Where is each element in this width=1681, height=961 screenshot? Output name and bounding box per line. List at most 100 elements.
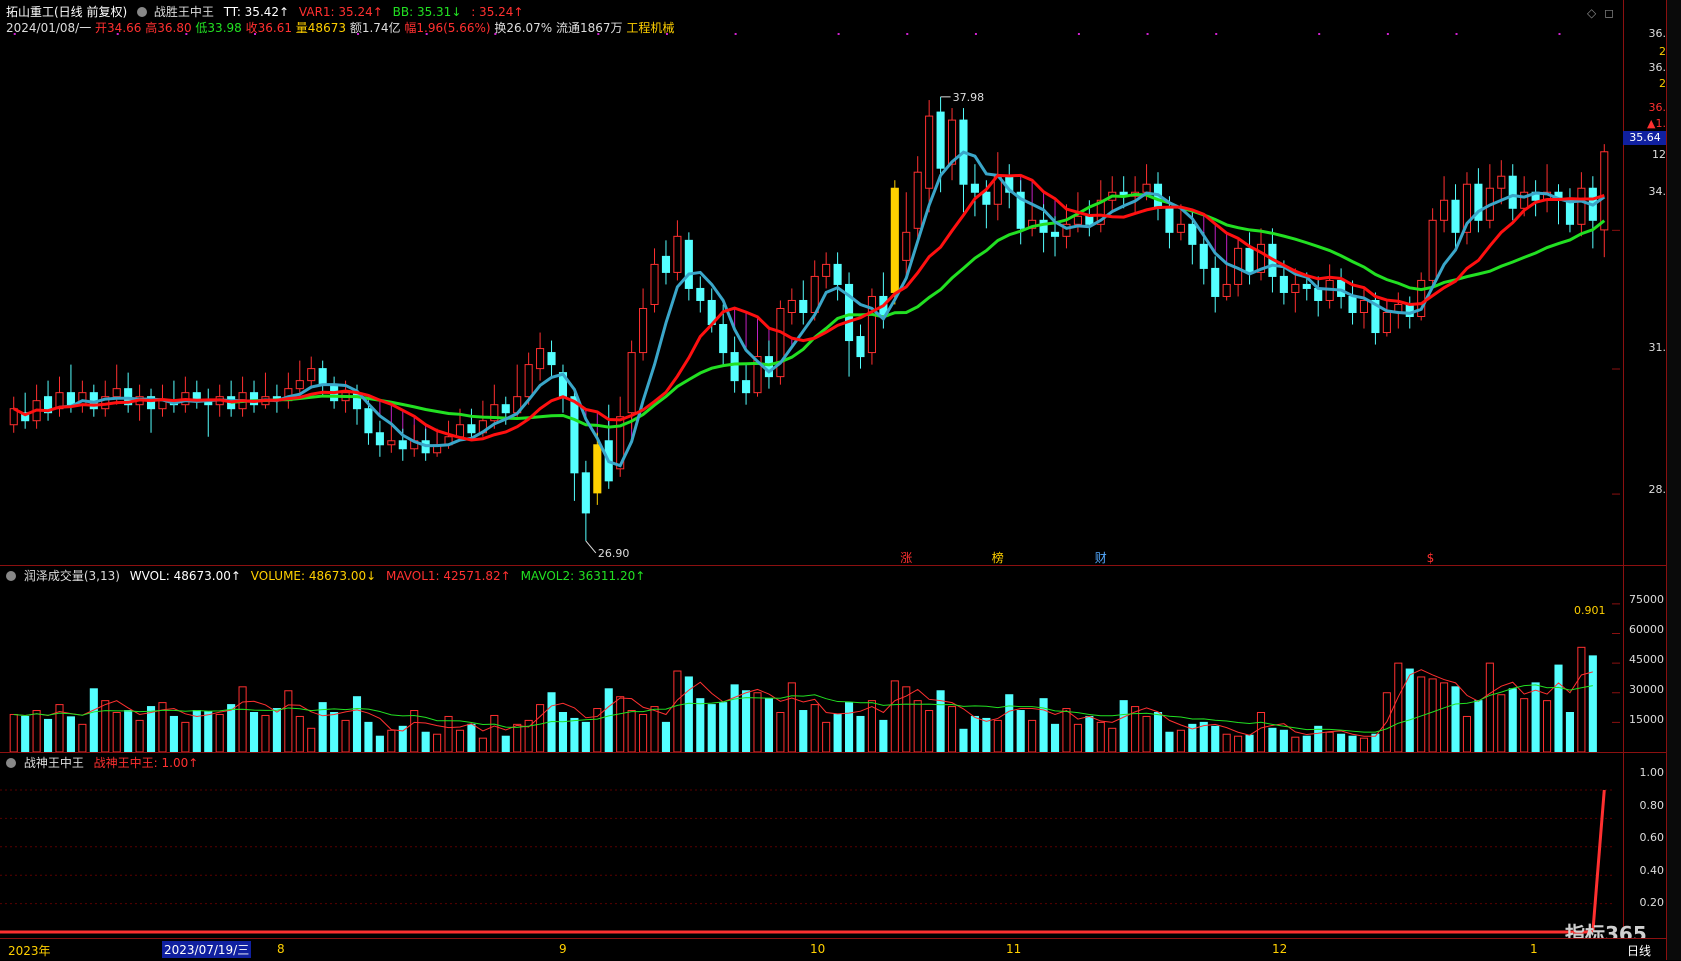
stock-title[interactable]: 拓山重工(日线 前复权): [6, 5, 127, 19]
volume-bar: [467, 723, 476, 752]
volume-bar: [1417, 676, 1426, 752]
volume-chart[interactable]: [0, 580, 1623, 752]
time-label-year: 2023年: [8, 944, 51, 958]
tt-value: TT: 35.42↑: [223, 5, 290, 19]
volume-bar: [1405, 668, 1414, 752]
divider-main-volume: [0, 565, 1681, 566]
sig-tick-1: 1.00: [1639, 766, 1665, 779]
volume-bar: [204, 711, 213, 752]
low-marker-line: [585, 540, 597, 554]
volume-bar: [661, 721, 671, 752]
event-marker: 榜: [992, 550, 1004, 565]
volume-bar: [1428, 678, 1437, 752]
volume-bar: [1062, 708, 1071, 752]
volume-bar: [627, 710, 636, 752]
volume-bar: [78, 723, 87, 752]
candle-body: [661, 255, 671, 273]
volume-bar: [1554, 664, 1563, 752]
time-label-oct: 10: [810, 942, 826, 956]
marker-dot: [906, 33, 909, 35]
volume-bar: [1153, 712, 1163, 752]
right-sidebar[interactable]: [1666, 0, 1681, 960]
volume-bar: [1462, 715, 1472, 752]
volume-bar: [421, 731, 430, 752]
volume-bar: [1348, 735, 1357, 752]
signal-chart[interactable]: [0, 768, 1623, 938]
volume-bar: [1520, 698, 1529, 752]
volume-bar: [66, 716, 75, 752]
candle-body: [398, 440, 407, 450]
volume-bar: [1543, 700, 1552, 752]
candle-body: [524, 364, 533, 398]
volume-bar: [764, 698, 773, 752]
volume-bar: [970, 715, 979, 752]
volume-ratio: 0.901: [1574, 604, 1606, 617]
time-axis: 2023年 2023/07/19/三 8 9 10 11 12 1 日线: [0, 938, 1667, 961]
volume-bar: [1565, 712, 1574, 752]
candle-body: [1165, 207, 1174, 233]
volume-bar: [833, 713, 842, 752]
volume-bar: [1279, 729, 1288, 752]
volume-bar: [284, 690, 293, 752]
volume-bar: [101, 700, 110, 752]
volume-bar: [993, 719, 1002, 752]
signal-dropdown-icon[interactable]: [6, 758, 16, 768]
candle-body: [66, 392, 75, 406]
marker-dot: [116, 33, 119, 35]
indicator-name[interactable]: 战胜王中王: [154, 5, 214, 19]
candle-body: [787, 299, 796, 313]
volume-bar: [295, 715, 304, 752]
marker-dot: [974, 33, 977, 35]
candle-body: [799, 299, 808, 313]
candle-body: [696, 287, 705, 301]
indicator-dropdown-icon[interactable]: [137, 7, 148, 17]
marker-dot: [494, 33, 497, 35]
volume-bar: [799, 710, 808, 752]
volume-bar: [1142, 715, 1151, 752]
volume-bar: [1451, 686, 1460, 752]
volume-bar: [1016, 710, 1025, 752]
candle-body: [833, 263, 842, 285]
volume-bar: [272, 708, 281, 752]
candle-body: [1050, 231, 1060, 237]
volume-bar: [1291, 736, 1300, 752]
restore-icon[interactable]: ◻: [1604, 6, 1614, 20]
event-marker: $: [1427, 551, 1435, 565]
price-chart[interactable]: 37.98 26.90 涨 榜 财 $: [0, 30, 1623, 565]
candle-body: [1188, 223, 1197, 245]
volume-bar: [673, 670, 682, 752]
candle-body: [112, 388, 121, 398]
candle-body: [1508, 175, 1517, 209]
vol-tick-1: 75000: [1629, 593, 1664, 606]
candle-body: [455, 424, 465, 438]
candle-body: [1565, 199, 1574, 225]
volume-bar: [982, 717, 991, 752]
volume-bar: [513, 723, 522, 752]
volume-bar: [112, 712, 121, 752]
candle-body: [318, 368, 327, 386]
volume-bar: [1028, 719, 1037, 752]
candle-body: [1245, 247, 1254, 273]
volume-bar: [307, 727, 316, 752]
diamond-icon[interactable]: ◇: [1587, 6, 1596, 20]
time-cursor-date[interactable]: 2023/07/19/三: [162, 941, 252, 958]
volume-bar: [1485, 662, 1494, 752]
candle-body: [867, 295, 876, 354]
marker-dot: [1386, 33, 1389, 35]
time-label-dec: 12: [1272, 942, 1288, 956]
candle-body: [1348, 295, 1357, 313]
time-label-jan: 1: [1530, 942, 1538, 956]
candle-body: [1176, 223, 1185, 233]
volume-bar: [44, 718, 53, 752]
volume-bar: [913, 700, 922, 752]
marker-dot: [185, 33, 188, 35]
volume-bar: [787, 682, 796, 752]
vol-tick-5: 15000: [1629, 713, 1664, 726]
volume-bar: [1497, 694, 1506, 752]
candle-body: [902, 231, 911, 261]
period-label[interactable]: 日线: [1627, 942, 1651, 959]
volume-bar: [89, 688, 98, 752]
volume-bar: [238, 686, 247, 752]
volume-bar: [581, 721, 590, 752]
window-controls: ◇ ◻: [1587, 6, 1614, 20]
